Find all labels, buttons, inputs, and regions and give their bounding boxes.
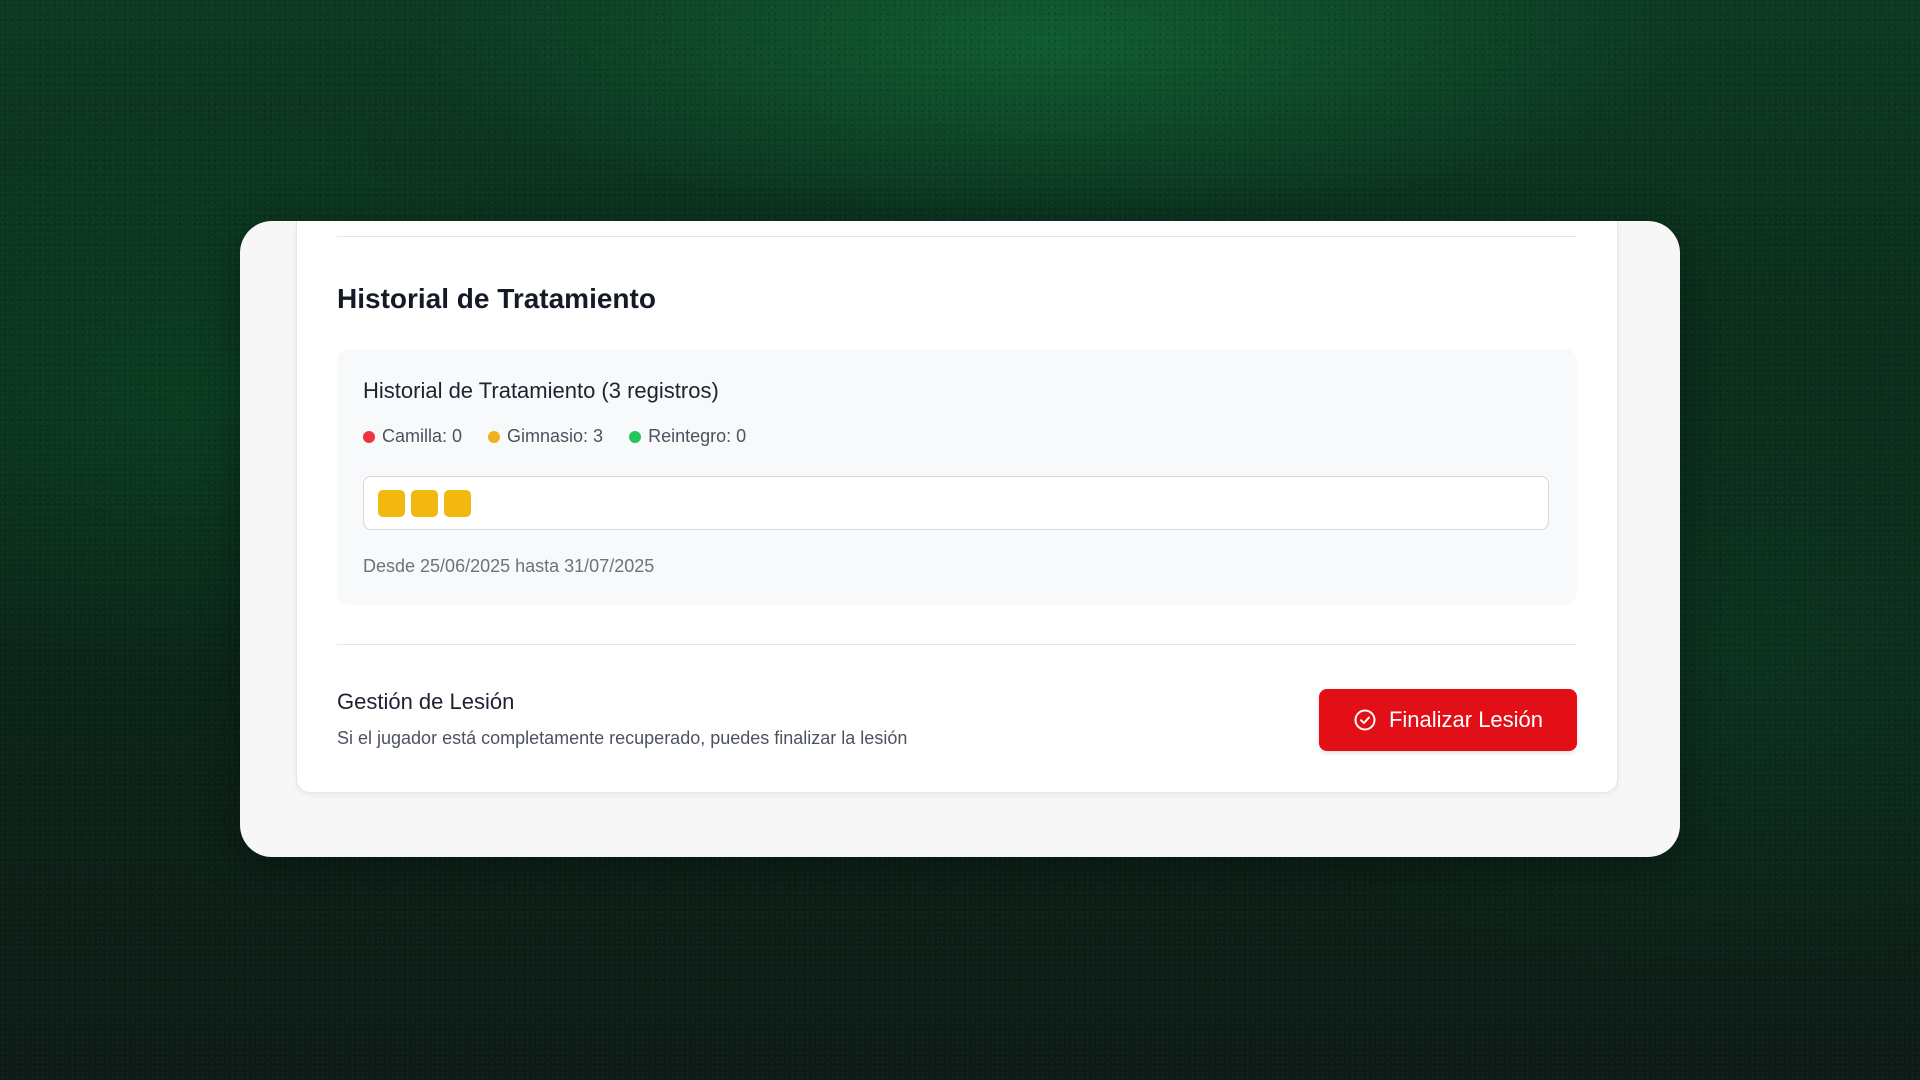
green-dot-icon xyxy=(629,430,642,443)
divider xyxy=(337,644,1577,645)
legend: Camilla: 0 Gimnasio: 3 Reintegro: 0 xyxy=(363,426,772,447)
treatment-timeline xyxy=(363,476,1549,530)
check-circle-icon xyxy=(1353,708,1377,732)
history-title: Historial de Tratamiento (3 registros) xyxy=(363,378,719,403)
timeline-segment-gimnasio xyxy=(378,489,405,517)
section-title: Historial de Tratamiento xyxy=(337,283,656,314)
legend-item-reintegro: Reintegro: 0 xyxy=(629,426,746,447)
injury-management-description: Si el jugador está completamente recuper… xyxy=(337,728,908,748)
date-range: Desde 25/06/2025 hasta 31/07/2025 xyxy=(363,556,655,576)
timeline-segment-gimnasio xyxy=(411,489,438,517)
finish-injury-button[interactable]: Finalizar Lesión xyxy=(1319,689,1577,751)
legend-label: Camilla: 0 xyxy=(382,426,463,446)
legend-item-camilla: Camilla: 0 xyxy=(363,426,462,447)
treatment-history-box: Historial de Tratamiento (3 registros) C… xyxy=(337,349,1577,605)
legend-label: Reintegro: 0 xyxy=(648,426,747,446)
injury-management-title: Gestión de Lesión xyxy=(337,689,515,714)
yellow-dot-icon xyxy=(488,430,501,443)
legend-label: Gimnasio: 3 xyxy=(507,426,604,446)
modal-card: Historial de Tratamiento Historial de Tr… xyxy=(240,221,1680,857)
red-dot-icon xyxy=(363,430,375,443)
divider xyxy=(337,236,1577,237)
content-panel: Historial de Tratamiento Historial de Tr… xyxy=(296,221,1618,793)
legend-item-gimnasio: Gimnasio: 3 xyxy=(488,426,603,447)
finish-injury-label: Finalizar Lesión xyxy=(1388,707,1544,732)
timeline-segment-gimnasio xyxy=(444,489,471,517)
